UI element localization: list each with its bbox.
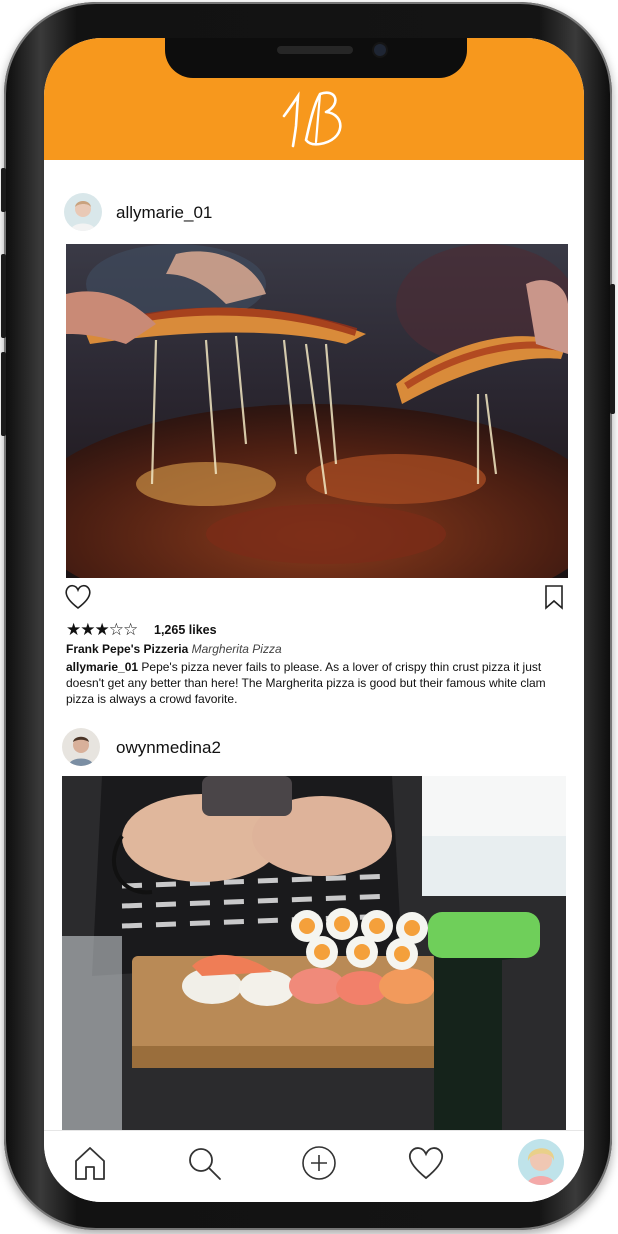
front-camera — [374, 44, 386, 56]
post-photo[interactable] — [62, 776, 566, 1130]
heart-icon[interactable] — [406, 1143, 446, 1183]
like-count[interactable]: 1,265 likes — [154, 623, 217, 637]
caption-text: Pepe's pizza never fails to please. As a… — [66, 660, 546, 706]
avatar[interactable] — [518, 1139, 564, 1185]
heart-icon[interactable] — [64, 584, 92, 610]
power-button — [610, 284, 615, 414]
volume-down-button — [1, 352, 6, 436]
avatar[interactable] — [64, 193, 102, 231]
post-username[interactable]: owynmedina2 — [116, 738, 221, 758]
post-header: allymarie_01 — [44, 193, 584, 241]
post-caption: allymarie_01 Pepe's pizza never fails to… — [66, 659, 570, 707]
notch — [165, 38, 467, 78]
mute-switch — [1, 168, 6, 212]
bottom-tab-bar — [44, 1130, 584, 1202]
home-icon[interactable] — [70, 1143, 110, 1183]
post-username[interactable]: allymarie_01 — [116, 203, 212, 223]
phone-frame: allymarie_01 ★★★☆☆ 1,265 likes Frank Pep… — [1, 2, 615, 1230]
dish-name: Margherita Pizza — [191, 642, 282, 656]
logo[interactable] — [276, 82, 352, 154]
post-photo[interactable] — [66, 244, 568, 578]
bookmark-icon[interactable] — [542, 584, 566, 610]
post-header: owynmedina2 — [44, 728, 584, 776]
volume-up-button — [1, 254, 6, 338]
restaurant-name[interactable]: Frank Pepe's Pizzeria — [66, 642, 188, 656]
restaurant-line: Frank Pepe's Pizzeria Margherita Pizza — [66, 642, 282, 656]
search-icon[interactable] — [184, 1143, 224, 1183]
speaker — [277, 46, 353, 54]
star-rating: ★★★☆☆ — [66, 620, 138, 639]
avatar[interactable] — [62, 728, 100, 766]
caption-username[interactable]: allymarie_01 — [66, 660, 138, 674]
plus-circle-icon[interactable] — [299, 1143, 339, 1183]
screen: allymarie_01 ★★★☆☆ 1,265 likes Frank Pep… — [44, 38, 584, 1202]
